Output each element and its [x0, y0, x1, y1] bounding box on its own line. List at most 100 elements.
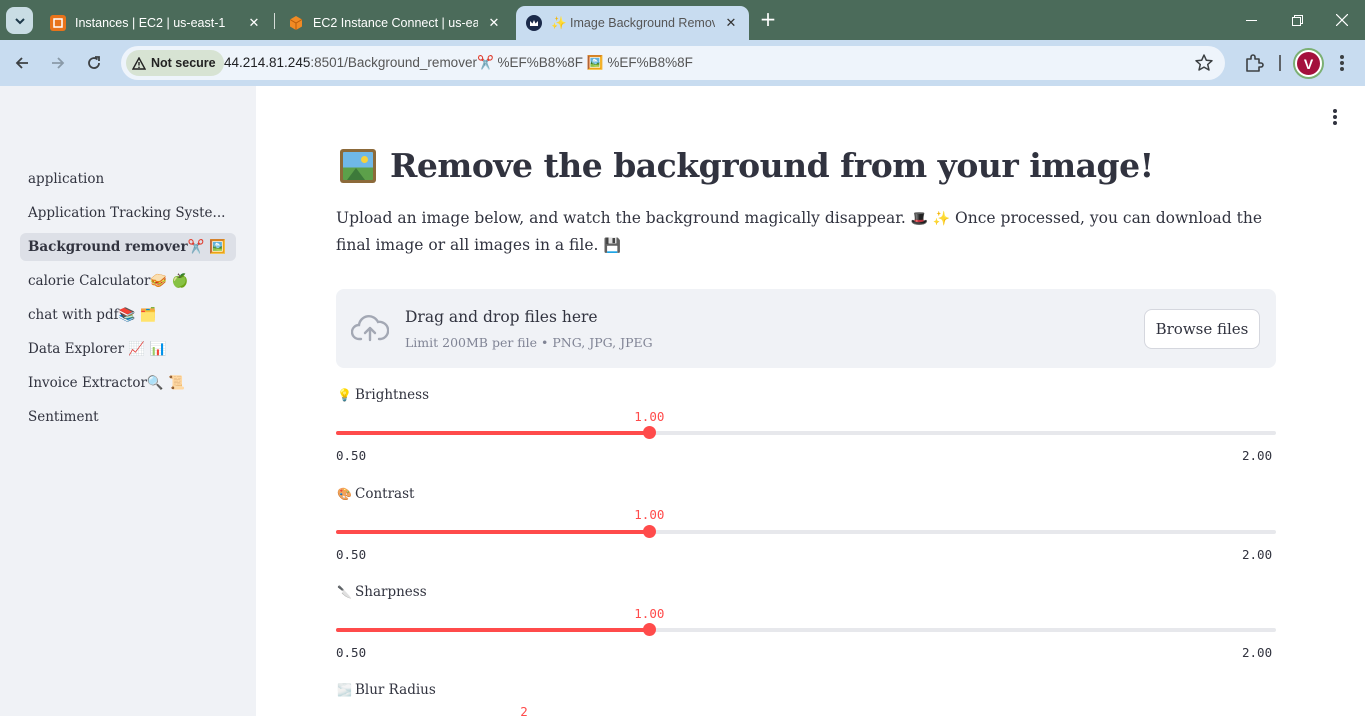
tab-title: EC2 Instance Connect | us-east-1: [313, 16, 478, 30]
slider-thumb[interactable]: [643, 426, 657, 439]
sharpness-slider[interactable]: [336, 623, 1276, 636]
forward-button[interactable]: [46, 51, 70, 75]
app-main: Remove the background from your image! U…: [256, 86, 1365, 716]
slider-thumb[interactable]: [643, 525, 657, 538]
light-bulb-icon: 💡: [337, 388, 352, 402]
tab-separator: [274, 13, 275, 29]
close-icon[interactable]: ✕: [246, 15, 262, 31]
slider-min: 0.50: [336, 448, 367, 463]
browser-menu-button[interactable]: [1339, 52, 1345, 74]
intro-text-1: Upload an image below, and watch the bac…: [336, 209, 906, 227]
security-label: Not secure: [151, 56, 216, 70]
browser-tab-bar: Instances | EC2 | us-east-1 ✕ EC2 Instan…: [0, 0, 1365, 40]
browser-toolbar: Not secure 44.214.81.245:8501/Background…: [0, 40, 1365, 86]
slider-label-text: Contrast: [355, 486, 415, 502]
browser-tab-ec2-connect[interactable]: EC2 Instance Connect | us-east-1 ✕: [278, 6, 512, 40]
sidebar-item-application-tracking[interactable]: Application Tracking Syste...: [20, 199, 236, 227]
page-title-text: Remove the background from your image!: [390, 146, 1154, 185]
slider-label-sharpness: 🔪 Sharpness: [337, 584, 427, 600]
reload-icon: [88, 56, 100, 69]
slider-thumb[interactable]: [643, 623, 657, 636]
toolbar-divider: [1279, 55, 1281, 71]
knife-icon: 🔪: [337, 585, 352, 599]
sidebar-item-label: Application Tracking Syste...: [28, 205, 226, 221]
close-icon[interactable]: ✕: [486, 15, 502, 31]
artist-palette-icon: 🎨: [337, 487, 352, 501]
slider-value: 1.00: [634, 409, 665, 424]
sidebar-item-label: calorie Calculator🥪 🍏: [28, 273, 189, 289]
sidebar-item-label: Sentiment: [28, 409, 99, 425]
browser-tab-ec2-instances[interactable]: Instances | EC2 | us-east-1 ✕: [40, 6, 272, 40]
file-uploader-dropzone[interactable]: Drag and drop files here Limit 200MB per…: [336, 289, 1276, 368]
tab-title: ✨ Image Background Remover: [551, 15, 715, 30]
sidebar-item-label: application: [28, 171, 105, 187]
app-sidebar: application Application Tracking Syste..…: [0, 86, 256, 716]
slider-fill: [336, 628, 650, 632]
chevron-down-icon: [14, 17, 25, 24]
slider-min: 0.50: [336, 547, 367, 562]
slider-label-text: Sharpness: [355, 584, 427, 600]
intro-paragraph: Upload an image below, and watch the bac…: [336, 205, 1276, 259]
tab-title: Instances | EC2 | us-east-1: [75, 16, 226, 30]
slider-label-text: Brightness: [355, 387, 429, 403]
bookmark-star-icon[interactable]: [1194, 53, 1214, 73]
framed-picture-icon: [340, 148, 376, 183]
slider-label-contrast: 🎨 Contrast: [337, 486, 414, 502]
contrast-slider[interactable]: [336, 525, 1276, 538]
slider-max: 2.00: [1242, 547, 1273, 562]
close-icon: [1336, 14, 1348, 26]
browse-files-button[interactable]: Browse files: [1144, 309, 1260, 349]
new-tab-button[interactable]: +: [758, 9, 778, 31]
floppy-disk-icon: 💾: [603, 238, 622, 254]
slider-label-blur-radius: 🌫️ Blur Radius: [337, 682, 436, 698]
page-title: Remove the background from your image!: [340, 146, 1154, 185]
restore-icon: [1291, 14, 1303, 26]
fog-icon: 🌫️: [337, 683, 352, 697]
cloud-upload-icon: [351, 315, 389, 342]
sidebar-item-data-explorer[interactable]: Data Explorer 📈 📊: [20, 335, 236, 363]
sidebar-item-invoice-extractor[interactable]: Invoice Extractor🔍 📜: [20, 369, 236, 397]
hat-sparkles-icon: 🎩 ✨: [910, 211, 951, 227]
warning-icon: [132, 56, 146, 70]
sidebar-item-label: Background remover✂️ 🖼️: [28, 239, 226, 255]
arrow-right-icon: [52, 57, 65, 69]
profile-avatar[interactable]: V: [1295, 50, 1322, 77]
slider-fill: [336, 431, 650, 435]
dropzone-title: Drag and drop files here: [405, 308, 598, 326]
restore-button[interactable]: [1274, 0, 1320, 40]
slider-value: 1.00: [634, 606, 665, 621]
url-path: :8501/Background_remover✂️ %EF%B8%8F 🖼️ …: [310, 55, 693, 70]
minimize-button[interactable]: [1228, 0, 1274, 40]
back-button[interactable]: [10, 51, 34, 75]
reload-button[interactable]: [82, 51, 106, 75]
address-bar[interactable]: Not secure 44.214.81.245:8501/Background…: [121, 46, 1225, 80]
sidebar-item-label: Invoice Extractor🔍 📜: [28, 375, 185, 391]
browser-tab-bg-remover[interactable]: ✨ Image Background Remover ✕: [516, 6, 749, 40]
aws-ec2-icon: [50, 15, 66, 31]
aws-cube-icon: [288, 15, 304, 31]
url-text: 44.214.81.245:8501/Background_remover✂️ …: [224, 55, 693, 71]
close-window-button[interactable]: [1319, 0, 1365, 40]
slider-min: 0.50: [336, 645, 367, 660]
minimize-icon: [1245, 19, 1257, 21]
sidebar-item-calorie-calculator[interactable]: calorie Calculator🥪 🍏: [20, 267, 236, 295]
sidebar-item-sentiment[interactable]: Sentiment: [20, 403, 236, 431]
sidebar-item-label: chat with pdf📚 🗂️: [28, 307, 157, 323]
tab-search-button[interactable]: [6, 7, 33, 34]
sidebar-item-background-remover[interactable]: Background remover✂️ 🖼️: [20, 233, 236, 261]
security-indicator[interactable]: Not secure: [126, 50, 224, 76]
slider-label-text: Blur Radius: [355, 682, 436, 698]
app-menu-button[interactable]: [1332, 109, 1338, 125]
slider-max: 2.00: [1242, 645, 1273, 660]
sidebar-item-chat-with-pdf[interactable]: chat with pdf📚 🗂️: [20, 301, 236, 329]
slider-max: 2.00: [1242, 448, 1273, 463]
dropzone-limits: Limit 200MB per file • PNG, JPG, JPEG: [405, 335, 653, 350]
brightness-slider[interactable]: [336, 426, 1276, 439]
extensions-puzzle-icon[interactable]: [1243, 52, 1265, 74]
url-host: 44.214.81.245: [224, 55, 311, 70]
close-icon[interactable]: ✕: [723, 15, 739, 31]
sidebar-item-label: Data Explorer 📈 📊: [28, 341, 167, 357]
sidebar-item-application[interactable]: application: [20, 165, 236, 193]
streamlit-crown-icon: [526, 15, 542, 31]
slider-label-brightness: 💡 Brightness: [337, 387, 429, 403]
